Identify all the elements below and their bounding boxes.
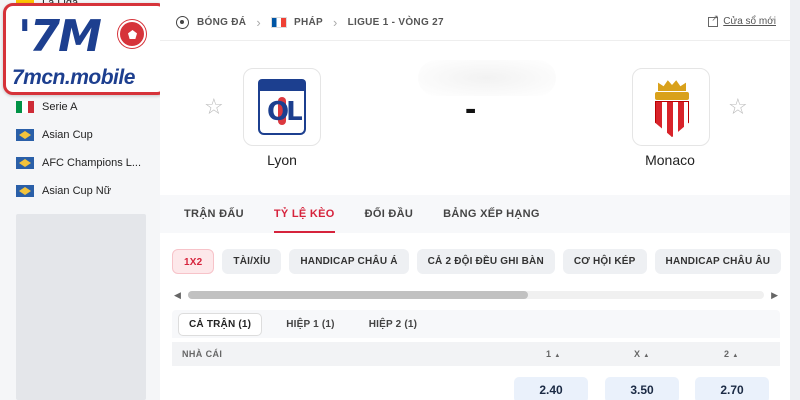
tab-standings[interactable]: BẢNG XẾP HẠNG — [443, 195, 540, 233]
period-tabs: CẢ TRẬN (1) HIỆP 1 (1) HIỆP 2 (1) — [172, 310, 780, 338]
logo-text: 7mcn.mobile — [12, 66, 135, 89]
market-1x2-button[interactable]: 1X2 — [172, 249, 215, 274]
breadcrumb-country[interactable]: PHÁP — [294, 17, 323, 28]
afc-flag-icon — [16, 157, 34, 169]
football-icon — [176, 15, 189, 29]
sort-icon: ▲ — [732, 353, 739, 359]
breadcrumb-competition[interactable]: LIGUE 1 - VÒNG 27 — [348, 17, 444, 28]
away-odds-cell[interactable]: 2.70 — [695, 377, 769, 400]
home-team-logo[interactable]: OL — [243, 68, 321, 146]
open-new-window-label: Cửa sổ mới — [723, 16, 776, 27]
away-odds-header[interactable]: 2 ▲ — [724, 342, 739, 368]
italy-flag-icon — [16, 101, 34, 113]
favorite-home-star-icon[interactable]: ☆ — [204, 94, 224, 120]
draw-odds-header[interactable]: X ▲ — [634, 342, 650, 368]
tab-match[interactable]: TRẬN ĐẤU — [184, 195, 244, 233]
sidebar-item-serie-a[interactable]: Serie A — [0, 93, 160, 121]
market-double-chance-button[interactable]: CƠ HỘI KÉP — [562, 249, 647, 274]
chevron-right-icon: › — [256, 14, 261, 30]
breadcrumb-sport[interactable]: BÓNG ĐÁ — [197, 17, 246, 28]
divider — [160, 40, 790, 41]
market-scrollbar[interactable]: ◀ ▶ — [174, 289, 778, 301]
logo-mark: '7M — [18, 11, 102, 62]
scroll-thumb[interactable] — [188, 291, 528, 299]
sidebar-item-afc-champions-league[interactable]: AFC Champions L... — [0, 149, 160, 177]
match-tabs: TRẬN ĐẤU TỶ LỆ KÈO ĐỐI ĐẦU BẢNG XẾP HẠNG — [160, 195, 790, 233]
external-link-icon — [708, 13, 719, 27]
afc-flag-icon — [16, 129, 34, 141]
breadcrumb: BÓNG ĐÁ › PHÁP › LIGUE 1 - VÒNG 27 — [176, 12, 444, 32]
score-blur — [418, 60, 556, 96]
home-team-name[interactable]: Lyon — [232, 152, 332, 168]
market-both-teams-score-button[interactable]: CẢ 2 ĐỘI ĐỀU GHI BÀN — [416, 249, 555, 274]
match-panel: BÓNG ĐÁ › PHÁP › LIGUE 1 - VÒNG 27 Cửa s… — [160, 0, 790, 400]
match-score: - — [465, 90, 477, 128]
site-logo: '7M 7mcn.mobile — [3, 3, 167, 95]
scroll-right-icon[interactable]: ▶ — [771, 289, 778, 301]
favorite-away-star-icon[interactable]: ☆ — [728, 94, 748, 120]
afc-flag-icon — [16, 185, 34, 197]
sidebar-item-label: AFC Champions L... — [42, 157, 142, 169]
bookmaker-header: NHÀ CÁI — [182, 349, 223, 359]
market-european-handicap-button[interactable]: HANDICAP CHÂU ÂU — [654, 249, 782, 274]
draw-odds-cell[interactable]: 3.50 — [605, 377, 679, 400]
market-filters: 1X2 TÀI/XỈU HANDICAP CHÂU Á CẢ 2 ĐỘI ĐỀU… — [172, 249, 789, 274]
home-odds-header[interactable]: 1 ▲ — [546, 342, 561, 368]
sidebar-item-asian-cup[interactable]: Asian Cup — [0, 121, 160, 149]
sidebar-item-label: Asian Cup — [42, 129, 93, 141]
chevron-right-icon: › — [332, 14, 338, 30]
football-icon — [118, 20, 146, 48]
period-first-half-button[interactable]: HIỆP 1 (1) — [276, 314, 345, 335]
france-flag-icon — [270, 16, 287, 28]
home-odds-cell[interactable]: 2.40 — [514, 377, 588, 400]
sidebar-item-label: Serie A — [42, 101, 78, 113]
market-asian-handicap-button[interactable]: HANDICAP CHÂU Á — [289, 249, 409, 274]
scroll-track[interactable] — [188, 291, 764, 299]
sidebar-ad-placeholder — [16, 214, 146, 400]
tab-head-to-head[interactable]: ĐỐI ĐẦU — [365, 195, 414, 233]
monaco-crest-icon — [655, 79, 689, 137]
period-full-match-button[interactable]: CẢ TRẬN (1) — [178, 312, 263, 336]
lyon-crest-icon: OL — [258, 79, 306, 137]
open-new-window-link[interactable]: Cửa sổ mới — [708, 13, 776, 27]
period-second-half-button[interactable]: HIỆP 2 (1) — [359, 314, 428, 335]
away-team-name[interactable]: Monaco — [620, 152, 720, 168]
scroll-left-icon[interactable]: ◀ — [174, 289, 181, 301]
crest-text: OL — [267, 97, 303, 127]
odds-table-header: NHÀ CÁI 1 ▲ X ▲ 2 ▲ — [172, 342, 780, 366]
sort-icon: ▲ — [554, 353, 561, 359]
sort-icon: ▲ — [643, 353, 650, 359]
sidebar-item-asian-cup-women[interactable]: Asian Cup Nữ — [0, 177, 160, 205]
market-over-under-button[interactable]: TÀI/XỈU — [222, 249, 282, 274]
sidebar-item-label: Asian Cup Nữ — [42, 185, 112, 197]
away-team-logo[interactable] — [632, 68, 710, 146]
tab-odds[interactable]: TỶ LỆ KÈO — [273, 195, 335, 233]
